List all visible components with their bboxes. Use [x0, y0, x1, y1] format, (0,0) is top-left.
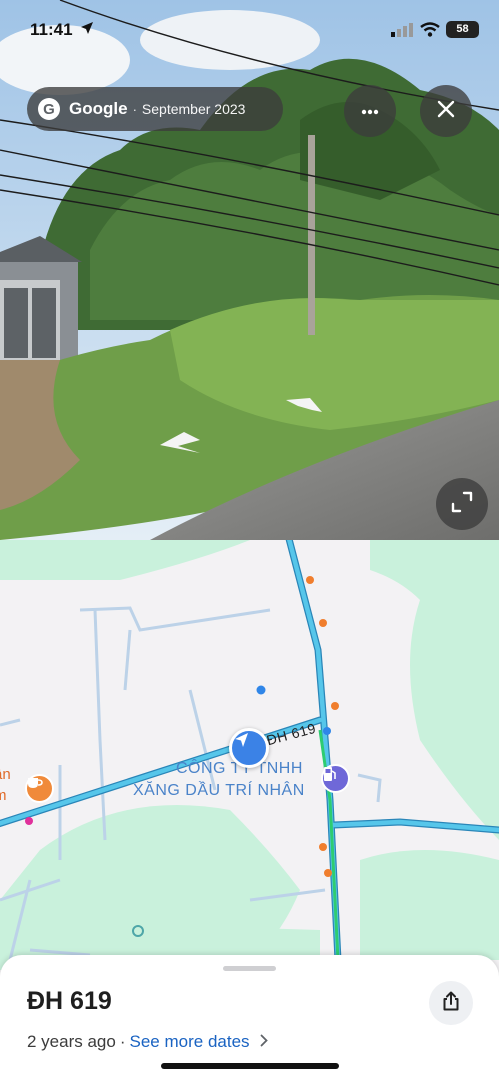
chip-separator: ·	[132, 101, 137, 117]
poi-left-line1: ân	[0, 766, 11, 783]
street-view-attribution-chip[interactable]: G Google · September 2023	[27, 87, 283, 131]
info-separator: ·	[119, 1032, 126, 1051]
poi-left-label[interactable]: ân m	[0, 764, 11, 806]
expand-button[interactable]	[436, 478, 488, 530]
capture-info-row: 2 years ago · See more dates	[27, 1032, 268, 1052]
chevron-right-icon[interactable]	[260, 1032, 268, 1052]
google-logo-icon: G	[38, 98, 60, 120]
poi-label-line2[interactable]: XĂNG DẦU TRÍ NHÂN	[133, 782, 305, 800]
bottom-sheet[interactable]: ĐH 619 2 years ago · See more dates	[0, 955, 499, 1080]
cafe-marker[interactable]	[25, 774, 54, 803]
see-more-dates-link[interactable]: See more dates	[130, 1032, 250, 1052]
more-options-button[interactable]	[344, 85, 396, 137]
battery-indicator: 58	[446, 21, 479, 38]
cellular-signal-icon	[391, 23, 413, 42]
place-title: ĐH 619	[27, 987, 112, 1015]
home-indicator[interactable]	[161, 1063, 339, 1069]
poi-left-line2: m	[0, 787, 7, 804]
current-location-marker[interactable]	[229, 728, 269, 768]
expand-icon	[451, 491, 473, 518]
brand-label: Google	[69, 99, 128, 118]
wifi-icon	[420, 22, 440, 42]
capture-age: 2 years ago	[27, 1032, 116, 1051]
status-bar: 11:41 58	[0, 14, 499, 48]
capture-date: September 2023	[141, 101, 246, 117]
ellipsis-icon	[361, 102, 379, 120]
street-view-panorama[interactable]: 11:41 58 G Google · September 2023	[0, 0, 499, 540]
share-button[interactable]	[429, 981, 473, 1025]
gas-station-marker[interactable]	[321, 764, 350, 793]
status-time: 11:41	[30, 20, 73, 39]
share-icon	[442, 991, 460, 1016]
close-button[interactable]	[420, 85, 472, 137]
close-icon	[437, 100, 455, 123]
location-arrow-icon	[80, 21, 94, 40]
street-view-image[interactable]	[0, 0, 499, 540]
sheet-grabber-handle[interactable]	[223, 966, 276, 971]
